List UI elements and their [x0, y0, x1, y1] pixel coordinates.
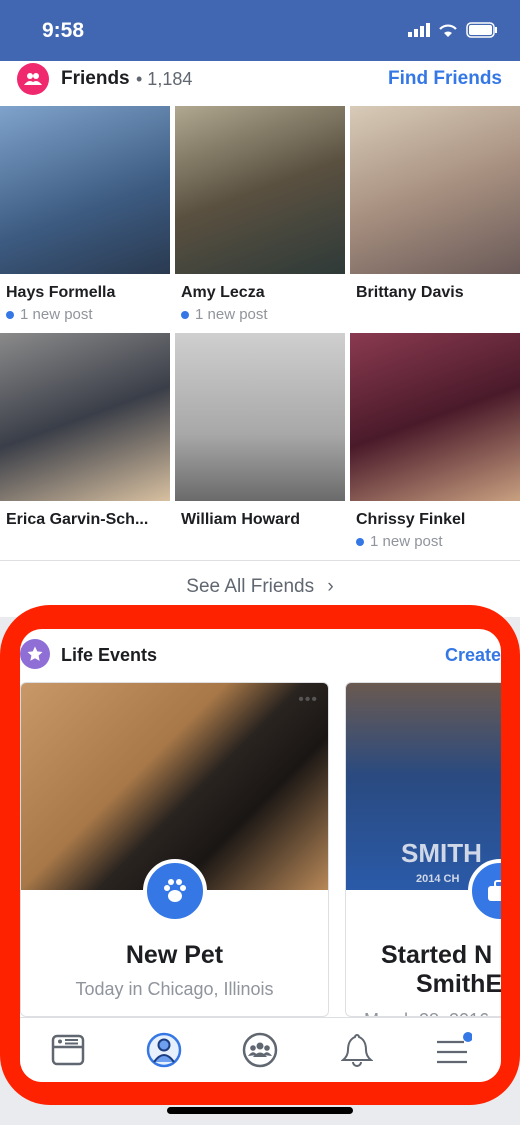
friend-name: Chrissy Finkel — [356, 511, 466, 528]
new-post-badge: 1 new post — [181, 306, 345, 323]
life-events-section: Life Events Create ••• New Pet Today in … — [20, 629, 501, 1082]
friend-photo — [175, 333, 345, 501]
chevron-right-icon: › — [327, 576, 334, 597]
friends-count: • 1,184 — [136, 69, 193, 89]
friends-icon — [17, 63, 49, 95]
friend-photo — [350, 106, 520, 274]
profile-icon — [147, 1032, 182, 1068]
friends-header: Friends • 1,184 Find Friends — [0, 61, 520, 106]
bell-icon — [340, 1033, 373, 1067]
friend-card[interactable]: William Howard — [175, 333, 345, 529]
friend-name: Brittany Davis — [356, 284, 464, 301]
friend-name: William Howard — [181, 511, 300, 528]
new-post-badge: 1 new post — [356, 533, 520, 550]
friend-name: Erica Garvin-Sch... — [6, 511, 149, 528]
life-event-card[interactable]: ••• New Pet Today in Chicago, Illinois — [20, 682, 329, 1017]
event-photo: SMITH 2014 CH — [346, 683, 501, 890]
create-life-event-link[interactable]: Create — [445, 645, 501, 666]
friend-card[interactable]: Chrissy Finkel 1 new post — [350, 333, 520, 550]
tab-news-feed[interactable] — [48, 1030, 88, 1070]
divider — [0, 560, 520, 561]
find-friends-link[interactable]: Find Friends — [388, 68, 502, 90]
friend-name: Hays Formella — [6, 284, 116, 301]
groups-icon — [243, 1032, 278, 1068]
friend-photo — [350, 333, 520, 501]
friend-photo — [175, 106, 345, 274]
status-bar: 9:58 — [0, 0, 520, 61]
notification-dot — [462, 1032, 472, 1042]
life-event-card[interactable]: SMITH 2014 CH Started NSmithE March 28, … — [345, 682, 501, 1017]
friend-card[interactable]: Hays Formella 1 new post — [0, 106, 170, 323]
status-time: 9:58 — [42, 19, 85, 42]
friends-title: Friends — [61, 68, 130, 89]
new-post-badge: 1 new post — [6, 306, 170, 323]
paw-icon — [143, 859, 207, 923]
signal-icon — [408, 23, 430, 37]
tab-groups[interactable] — [240, 1030, 280, 1070]
friend-card[interactable]: Erica Garvin-Sch... — [0, 333, 170, 529]
tab-profile[interactable] — [144, 1030, 184, 1070]
friend-name: Amy Lecza — [181, 284, 265, 301]
life-events-title: Life Events — [61, 645, 158, 665]
event-subtitle: Today in Chicago, Illinois — [75, 979, 274, 999]
news-feed-icon — [51, 1034, 85, 1066]
event-title: Started N SmithE — [381, 941, 501, 998]
event-subtitle: March 28, 2016 — [364, 1010, 501, 1016]
tab-notifications[interactable] — [337, 1030, 377, 1070]
home-indicator[interactable] — [167, 1107, 353, 1114]
menu-icon — [436, 1032, 472, 1064]
friend-card[interactable]: Amy Lecza 1 new post — [175, 106, 345, 323]
see-all-friends-button[interactable]: See All Friends › — [0, 576, 520, 598]
more-options-icon[interactable]: ••• — [298, 691, 318, 709]
tab-bar — [20, 1017, 501, 1082]
wifi-icon — [439, 24, 457, 37]
friend-photo — [0, 106, 170, 274]
life-events-icon — [20, 639, 50, 669]
battery-icon — [466, 22, 497, 38]
event-title: New Pet — [125, 941, 224, 969]
tab-menu[interactable] — [433, 1030, 473, 1070]
friend-card[interactable]: Brittany Davis — [350, 106, 520, 302]
friend-photo — [0, 333, 170, 501]
